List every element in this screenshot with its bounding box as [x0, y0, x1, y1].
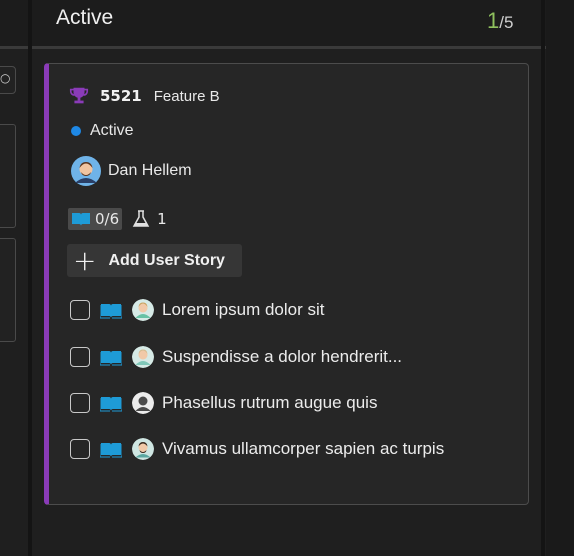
assigned-to-field[interactable]: Dan Hellem: [71, 156, 192, 186]
avatar: [71, 156, 101, 186]
card-header: 5521 Feature B: [68, 85, 220, 107]
checklist-item[interactable]: Suspendisse a dolor hendrerit...: [70, 346, 402, 368]
wip-total: /5: [499, 13, 514, 32]
left-column-icon: ○: [0, 71, 11, 85]
flask-icon[interactable]: [131, 209, 151, 229]
add-user-story-button[interactable]: + Add User Story: [67, 244, 242, 277]
trophy-icon: [69, 87, 89, 104]
story-title[interactable]: Phasellus rutrum augue quis: [162, 393, 377, 413]
column-separator: [28, 0, 32, 556]
story-title[interactable]: Vivamus ullamcorper sapien ac turpis: [162, 439, 444, 459]
checkbox[interactable]: [70, 347, 90, 367]
book-icon: [100, 351, 122, 366]
checkbox[interactable]: [70, 300, 90, 320]
book-icon: [100, 443, 122, 458]
checklist-item[interactable]: Lorem ipsum dolor sit: [70, 299, 325, 321]
feature-card[interactable]: 5521 Feature B Active Dan Hellem 0/6 1 +…: [44, 63, 529, 505]
child-progress-text: 0/6: [95, 210, 120, 228]
left-column-button[interactable]: ○: [0, 66, 16, 94]
avatar: [132, 299, 154, 321]
story-title[interactable]: Lorem ipsum dolor sit: [162, 300, 325, 320]
header-divider: [0, 46, 574, 49]
book-icon: [100, 304, 122, 319]
work-item-id: 5521: [100, 87, 142, 105]
column-separator: [541, 0, 545, 556]
checklist-item[interactable]: Phasellus rutrum augue quis: [70, 392, 377, 414]
wip-limit: 1/5: [487, 8, 513, 34]
left-column-card[interactable]: [0, 124, 16, 228]
state-field[interactable]: Active: [71, 122, 134, 140]
left-column-card[interactable]: [0, 238, 16, 342]
column-title: Active: [56, 6, 114, 29]
child-progress-badge[interactable]: 0/6: [68, 208, 123, 230]
checkbox[interactable]: [70, 393, 90, 413]
state-label: Active: [90, 122, 134, 139]
card-annotations: 0/6 1: [68, 208, 167, 230]
plus-icon: +: [73, 243, 97, 277]
wip-current: 1: [487, 8, 500, 33]
avatar: [132, 438, 154, 460]
next-column: [546, 0, 574, 556]
avatar: [132, 346, 154, 368]
add-user-story-label: Add User Story: [108, 251, 225, 269]
state-dot: [71, 126, 81, 136]
book-icon: [100, 397, 122, 412]
checkbox[interactable]: [70, 439, 90, 459]
avatar: [132, 392, 154, 414]
book-icon: [72, 213, 90, 226]
assignee-name: Dan Hellem: [108, 162, 192, 179]
work-item-title[interactable]: Feature B: [154, 88, 220, 105]
story-title[interactable]: Suspendisse a dolor hendrerit...: [162, 347, 402, 367]
checklist-item[interactable]: Vivamus ullamcorper sapien ac turpis: [70, 438, 444, 460]
column-header: Active 1/5: [0, 0, 574, 48]
test-count: 1: [157, 210, 167, 228]
